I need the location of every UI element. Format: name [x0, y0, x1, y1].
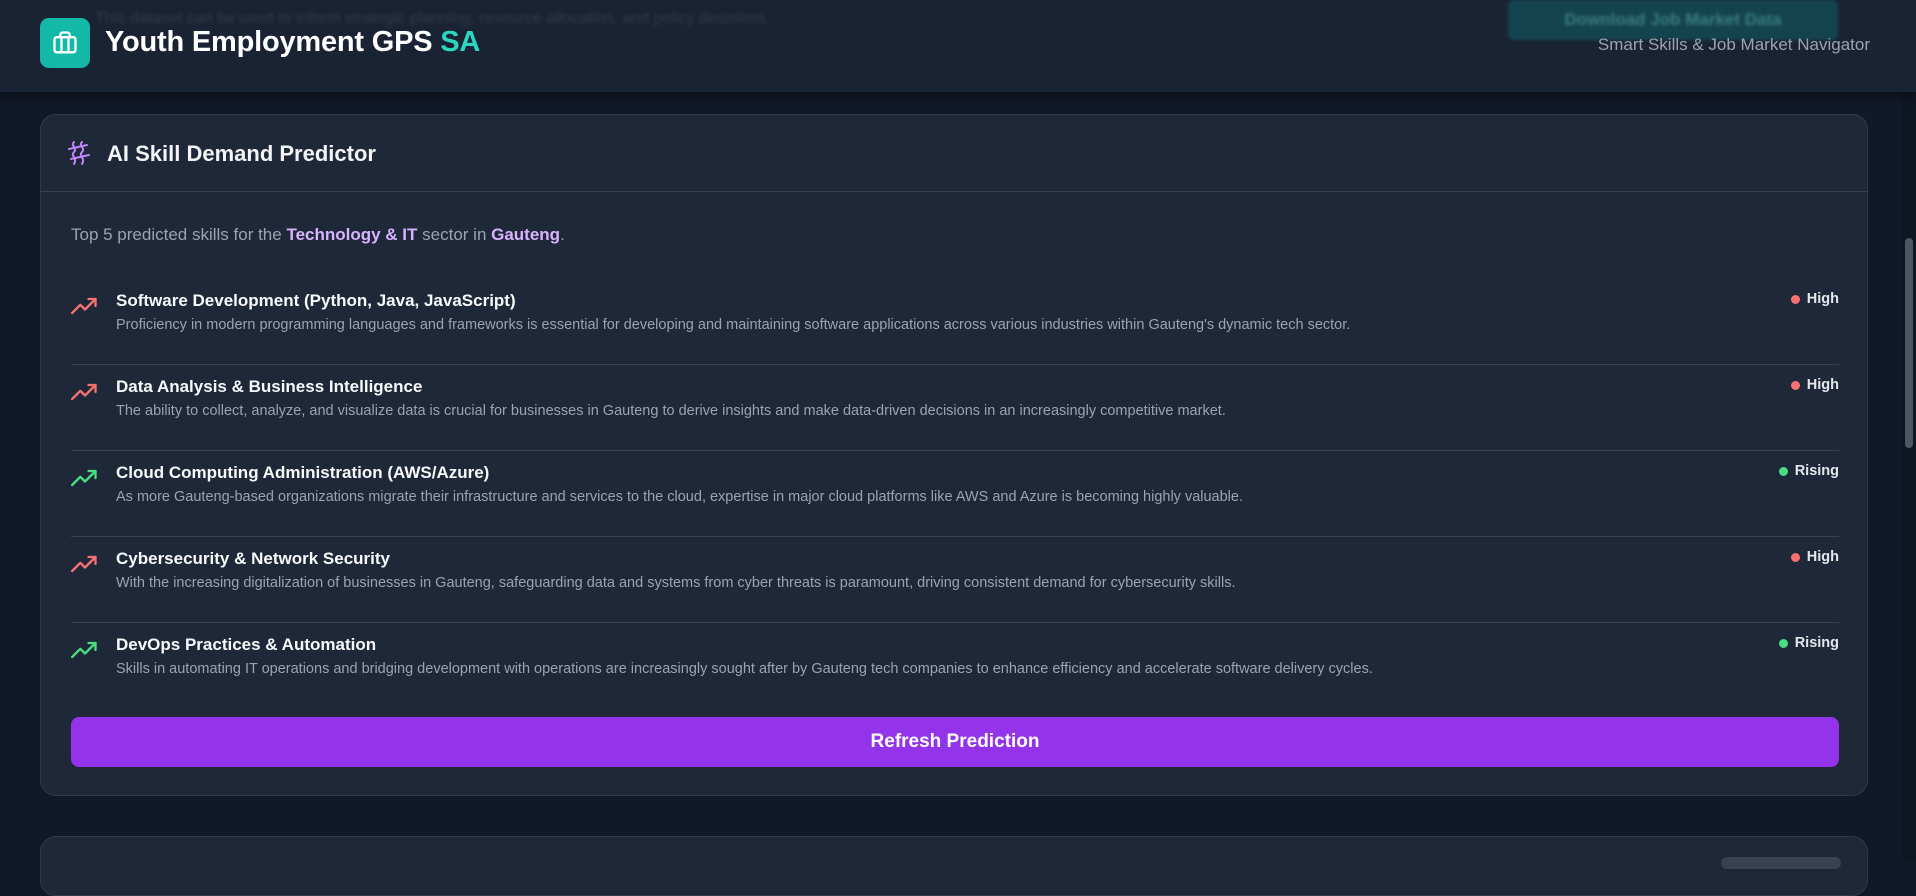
skill-demand-card: AI Skill Demand Predictor Top 5 predicte…	[40, 114, 1868, 796]
intro-middle: sector in	[417, 225, 492, 244]
skill-description: Proficiency in modern programming langua…	[116, 317, 1351, 333]
demand-badge: Rising	[1778, 635, 1839, 651]
page-scrollbar[interactable]	[1902, 0, 1916, 861]
app-title-main: Youth Employment GPS	[105, 26, 433, 58]
skill-item: DevOps Practices & Automation Skills in …	[71, 623, 1839, 709]
skill-list: Software Development (Python, Java, Java…	[71, 279, 1839, 709]
skill-item: Cloud Computing Administration (AWS/Azur…	[71, 451, 1839, 537]
trending-up-icon	[71, 555, 97, 573]
app-subtitle: Smart Skills & Job Market Navigator	[1597, 35, 1870, 54]
skill-name: Data Analysis & Business Intelligence	[116, 377, 423, 396]
obscured-download-button: Download Job Market Data	[1508, 0, 1838, 40]
next-section-control	[1721, 857, 1841, 869]
skill-name: Cybersecurity & Network Security	[116, 549, 390, 568]
skill-item: Software Development (Python, Java, Java…	[71, 279, 1839, 365]
intro-suffix: .	[560, 225, 565, 244]
trending-up-icon	[71, 469, 97, 487]
demand-level: High	[1806, 291, 1839, 307]
intro-prefix: Top 5 predicted skills for the	[71, 225, 287, 244]
trending-up-icon	[71, 383, 97, 401]
card-title: AI Skill Demand Predictor	[107, 141, 376, 166]
skill-item: Cybersecurity & Network Security With th…	[71, 537, 1839, 623]
demand-badge: High	[1790, 549, 1839, 565]
app-title-accent: SA	[440, 26, 481, 58]
status-dot	[1778, 638, 1788, 648]
next-section-card	[40, 836, 1868, 896]
status-dot	[1778, 466, 1788, 476]
scrollbar-thumb[interactable]	[1905, 238, 1913, 448]
status-dot	[1790, 552, 1800, 562]
skill-description: Skills in automating IT operations and b…	[116, 661, 1373, 677]
demand-level: Rising	[1794, 463, 1839, 479]
skill-description: The ability to collect, analyze, and vis…	[116, 403, 1226, 419]
demand-level: Rising	[1794, 635, 1839, 651]
skill-description: With the increasing digitalization of bu…	[116, 575, 1236, 591]
app-header: This dataset can be used to inform strat…	[0, 0, 1916, 92]
briefcase-icon	[40, 18, 90, 68]
app-title: Youth Employment GPS SA	[105, 26, 480, 59]
skill-name: DevOps Practices & Automation	[116, 635, 377, 654]
status-dot	[1790, 380, 1800, 390]
intro-sector: Technology & IT	[286, 225, 418, 244]
demand-level: High	[1806, 377, 1839, 393]
demand-level: High	[1806, 549, 1839, 565]
skill-name: Cloud Computing Administration (AWS/Azur…	[116, 463, 490, 482]
refresh-prediction-button[interactable]: Refresh Prediction	[71, 717, 1839, 767]
skill-description: As more Gauteng-based organizations migr…	[116, 489, 1243, 505]
card-header: AI Skill Demand Predictor	[41, 115, 1867, 192]
intro-region: Gauteng	[491, 225, 561, 244]
skill-item: Data Analysis & Business Intelligence Th…	[71, 365, 1839, 451]
prediction-intro: Top 5 predicted skills for the Technolog…	[71, 225, 565, 245]
demand-badge: Rising	[1778, 463, 1839, 479]
trending-up-icon	[71, 641, 97, 659]
skill-name: Software Development (Python, Java, Java…	[116, 291, 516, 310]
demand-badge: High	[1790, 291, 1839, 307]
status-dot	[1790, 294, 1800, 304]
demand-badge: High	[1790, 377, 1839, 393]
trending-up-icon	[71, 297, 97, 315]
sparkle-waves-icon	[68, 141, 90, 165]
